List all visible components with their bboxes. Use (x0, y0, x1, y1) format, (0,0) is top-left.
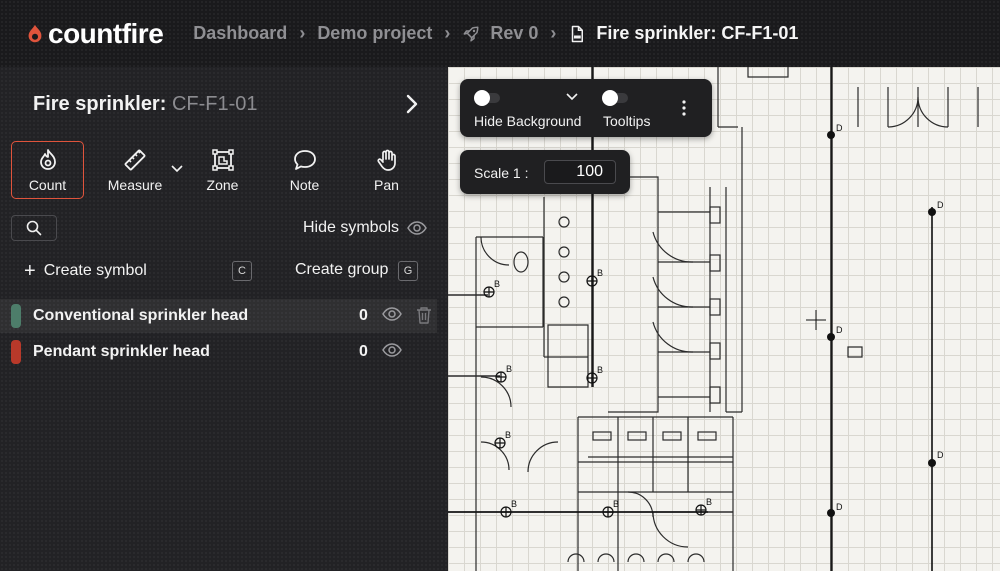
note-tool-label: Note (289, 176, 320, 193)
breadcrumb-current-drawing: Fire sprinkler: CF-F1-01 (596, 23, 799, 43)
sprinkler-label: D (836, 325, 843, 335)
floor-plan: B B B B B B B B D D D D D (448, 67, 979, 571)
chevron-right-icon: › (550, 23, 557, 43)
symbol-count: 0 (359, 343, 368, 360)
breadcrumb-project[interactable]: Demo project (317, 23, 432, 44)
symbol-row[interactable]: Conventional sprinkler head 0 (0, 299, 437, 333)
zone-icon (211, 148, 234, 171)
flame-icon (39, 148, 56, 170)
count-tool-button[interactable]: Count (11, 141, 84, 199)
top-bar: countfire Dashboard › Demo project › Rev… (0, 0, 1000, 67)
symbol-name: Pendant sprinkler head (33, 343, 210, 360)
flame-logo-icon (28, 24, 42, 42)
symbol-color-swatch (11, 340, 21, 364)
symbol-count: 0 (359, 307, 368, 324)
pan-tool-label: Pan (374, 176, 399, 193)
symbol-row[interactable]: Pendant sprinkler head 0 (0, 335, 448, 369)
sprinkler-label: D (836, 502, 843, 512)
tooltips-toggle[interactable] (602, 90, 628, 106)
hand-icon (376, 149, 396, 171)
sprinkler-label: B (494, 279, 500, 289)
ruler-icon (124, 149, 146, 170)
create-group-button[interactable]: Create group (295, 261, 388, 279)
trash-icon[interactable] (416, 306, 432, 324)
tool-bar: Count Measure Zone Note Pan (11, 141, 432, 199)
chevron-right-icon: › (299, 23, 306, 43)
scale-panel: Scale 1 : 100 (460, 150, 630, 194)
note-tool-button[interactable]: Note (268, 141, 341, 199)
tooltips-label: Tooltips (603, 113, 651, 129)
measure-tool-button[interactable]: Measure (93, 141, 183, 199)
symbol-color-swatch (11, 304, 21, 328)
hide-symbols-toggle[interactable]: Hide symbols (303, 219, 427, 237)
chevron-right-icon[interactable] (404, 93, 420, 115)
zone-tool-button[interactable]: Zone (186, 141, 259, 199)
rocket-icon (463, 26, 479, 41)
toggle-knob (602, 90, 618, 106)
count-tool-label: Count (28, 176, 67, 193)
create-group-shortcut: G (398, 261, 418, 281)
breadcrumb-revision[interactable]: Rev 0 (490, 23, 538, 44)
drawing-title-label: Fire sprinkler: (33, 93, 167, 115)
pan-tool-button[interactable]: Pan (350, 141, 423, 199)
create-symbol-shortcut: C (232, 261, 252, 281)
chevron-down-icon[interactable] (171, 163, 183, 173)
drawing-title-code: CF-F1-01 (171, 93, 258, 115)
breadcrumb: Dashboard › Demo project › Rev 0 › Fire … (193, 23, 798, 44)
drawing-title: Fire sprinkler: CF-F1-01 (33, 93, 258, 116)
pdf-file-icon (572, 25, 584, 42)
sprinkler-label: D (836, 123, 843, 133)
logo[interactable]: countfire (24, 17, 164, 50)
scale-input[interactable]: 100 (544, 160, 616, 184)
sprinkler-label: B (506, 364, 512, 374)
create-symbol-label: Create symbol (43, 262, 147, 279)
plus-icon: + (24, 260, 36, 282)
chevron-down-icon[interactable] (566, 93, 578, 101)
zone-tool-label: Zone (206, 176, 239, 193)
sprinkler-label: D (937, 200, 944, 210)
sprinkler-label: B (706, 497, 712, 507)
sidebar: Fire sprinkler: CF-F1-01 Count Measure Z… (0, 67, 448, 571)
canvas-options-panel: Hide Background Tooltips (460, 79, 712, 137)
hide-background-toggle[interactable] (474, 90, 500, 106)
hide-background-label: Hide Background (474, 113, 582, 129)
speech-bubble-icon (293, 149, 316, 170)
breadcrumb-dashboard[interactable]: Dashboard (193, 23, 287, 44)
sprinkler-label: B (505, 430, 511, 440)
sprinkler-label: B (597, 365, 603, 375)
scale-label: Scale 1 : (474, 165, 529, 181)
sprinkler-label: B (597, 268, 603, 278)
hide-symbols-label: Hide symbols (303, 219, 400, 236)
symbol-name: Conventional sprinkler head (33, 307, 249, 324)
sprinkler-label: B (511, 499, 517, 509)
create-symbol-button[interactable]: + Create symbol (24, 261, 147, 281)
sprinkler-label: B (613, 499, 619, 509)
search-button[interactable] (11, 215, 57, 241)
eye-icon[interactable] (382, 343, 402, 357)
measure-tool-label: Measure (107, 176, 163, 193)
drawing-canvas[interactable]: B B B B B B B B D D D D D (448, 67, 1000, 571)
logo-text: countfire (48, 17, 164, 49)
toggle-knob (474, 90, 490, 106)
eye-icon[interactable] (382, 307, 402, 321)
eye-icon (407, 221, 427, 235)
search-icon (26, 220, 42, 236)
more-vertical-icon[interactable] (682, 99, 686, 117)
sprinkler-label: D (937, 450, 944, 460)
chevron-right-icon: › (444, 23, 451, 43)
